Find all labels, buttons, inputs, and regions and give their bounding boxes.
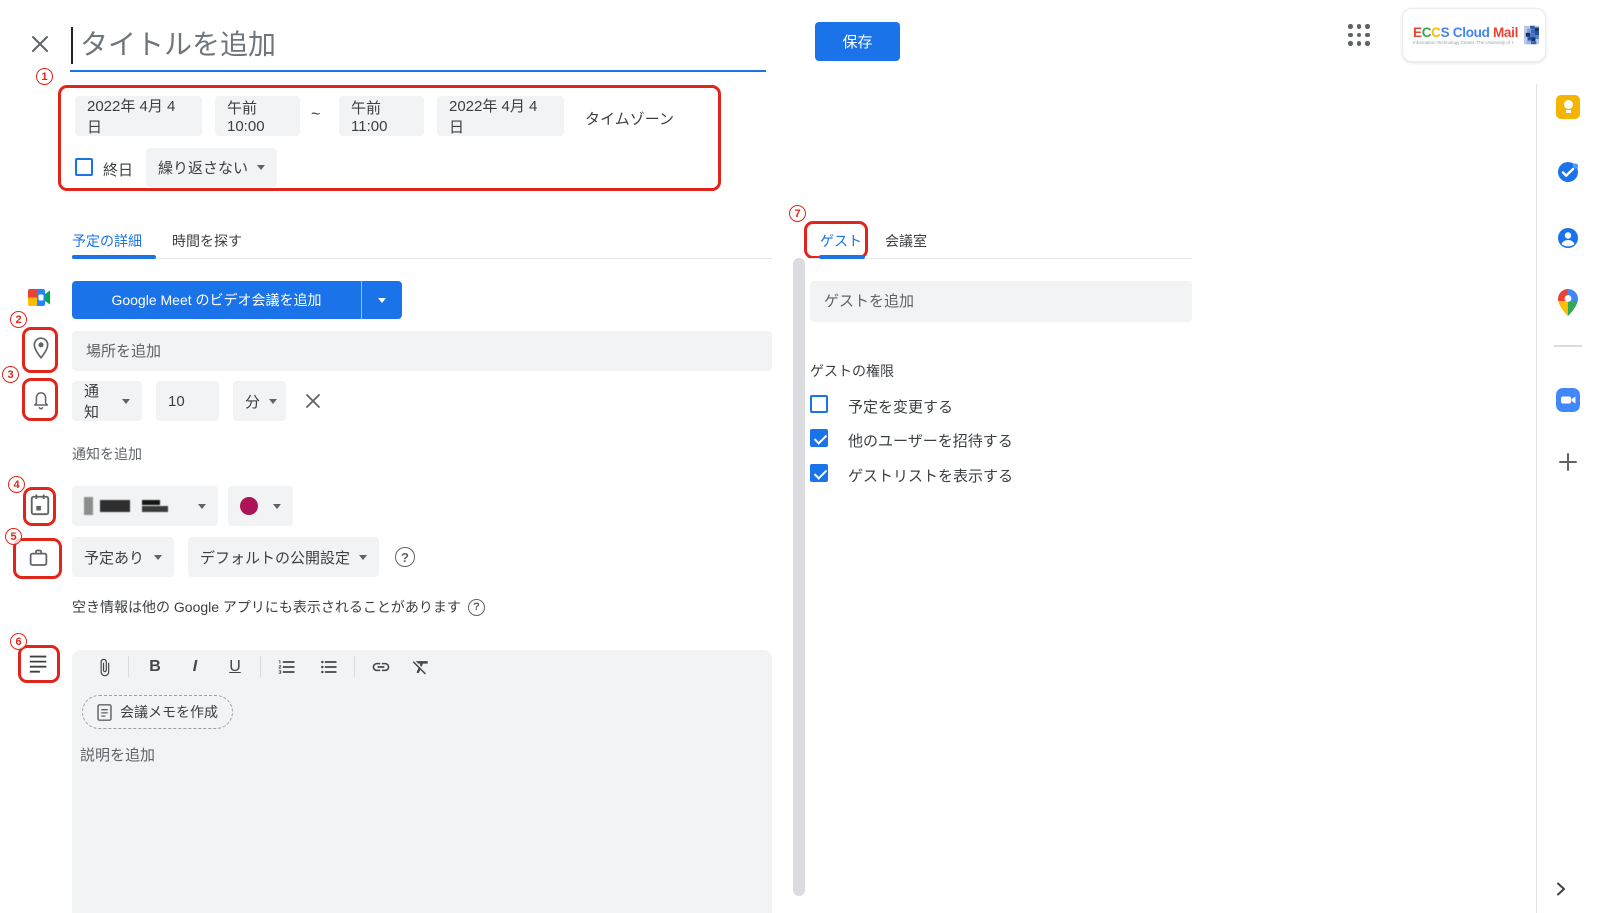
chevron-down-icon xyxy=(198,504,206,509)
permission-modify-event-label: 予定を変更する xyxy=(848,396,953,417)
all-day-label: 終日 xyxy=(103,159,133,180)
notification-minutes-input[interactable]: 10 xyxy=(156,381,219,421)
add-guests-input[interactable] xyxy=(810,281,1192,322)
underline-icon[interactable]: U xyxy=(224,656,246,678)
timezone-link[interactable]: タイムゾーン xyxy=(585,108,674,129)
chevron-down-icon xyxy=(257,165,265,170)
event-title-input[interactable] xyxy=(70,20,766,72)
permission-see-guest-list-checkbox[interactable] xyxy=(810,464,828,482)
left-tab-active-underline xyxy=(72,255,156,259)
create-meeting-notes-button[interactable]: 会議メモを作成 xyxy=(82,695,233,729)
bold-icon[interactable]: B xyxy=(144,656,166,678)
description-placeholder: 説明を追加 xyxy=(80,744,155,765)
google-tasks-icon[interactable] xyxy=(1556,160,1580,184)
end-time-button[interactable]: 午前11:00 xyxy=(339,96,424,136)
bulleted-list-icon[interactable] xyxy=(318,656,340,678)
remove-notification-icon[interactable] xyxy=(304,392,322,410)
get-add-ons-icon[interactable] xyxy=(1558,452,1578,472)
permission-modify-event-checkbox[interactable] xyxy=(810,395,828,413)
google-maps-icon[interactable] xyxy=(1558,289,1578,316)
zoom-icon[interactable] xyxy=(1556,388,1580,412)
add-google-meet-button[interactable]: Google Meet のビデオ会議を追加 xyxy=(72,281,402,319)
clear-formatting-icon[interactable] xyxy=(410,656,432,678)
chevron-down-icon xyxy=(269,399,277,404)
logo-title: ECCS Cloud Mail xyxy=(1413,25,1518,40)
bell-icon xyxy=(31,389,51,411)
chevron-down-icon xyxy=(122,399,130,404)
calendar-select-dropdown[interactable] xyxy=(72,486,218,526)
add-notification-link[interactable]: 通知を追加 xyxy=(72,444,142,464)
tab-event-details[interactable]: 予定の詳細 xyxy=(72,231,142,251)
location-input[interactable] xyxy=(72,331,772,371)
save-button[interactable]: 保存 xyxy=(815,22,900,61)
event-color-dropdown[interactable] xyxy=(228,486,293,526)
redacted-calendar-name xyxy=(84,497,168,515)
chevron-down-icon xyxy=(359,555,367,560)
description-icon xyxy=(28,653,50,673)
time-range-separator: ~ xyxy=(311,106,320,124)
google-apps-grid-icon[interactable] xyxy=(1346,22,1372,48)
permission-invite-others-label: 他のユーザーを招待する xyxy=(848,430,1013,451)
availability-help-icon[interactable]: ? xyxy=(468,599,485,616)
numbered-list-icon[interactable] xyxy=(276,656,298,678)
logo-subtitle: Information Technology Center, The Unive… xyxy=(1413,40,1513,45)
google-contacts-icon[interactable] xyxy=(1556,226,1580,250)
guest-permissions-title: ゲストの権限 xyxy=(810,361,894,381)
right-tabs-divider xyxy=(810,258,1192,259)
description-editor[interactable] xyxy=(72,650,772,913)
italic-icon[interactable]: I xyxy=(184,656,206,678)
add-google-meet-label: Google Meet のビデオ会議を追加 xyxy=(72,281,361,319)
text-caret xyxy=(71,27,73,64)
annotation-number-6: 6 xyxy=(10,633,27,650)
recurrence-dropdown[interactable]: 繰り返さない xyxy=(146,148,277,187)
right-tab-active-underline xyxy=(819,255,865,259)
annotation-number-4: 4 xyxy=(8,476,25,493)
panel-scrollbar[interactable] xyxy=(793,258,805,896)
annotation-number-1: 1 xyxy=(36,68,53,85)
toolbar-divider xyxy=(260,656,261,677)
hide-side-panel-chevron-icon[interactable] xyxy=(1552,880,1570,898)
annotation-number-5: 5 xyxy=(5,528,22,545)
tab-rooms[interactable]: 会議室 xyxy=(885,231,927,251)
availability-note: 空き情報は他の Google アプリにも表示されることがあります ? xyxy=(72,597,485,617)
sidebar-divider xyxy=(1554,345,1582,347)
annotation-number-3: 3 xyxy=(2,366,19,383)
location-pin-icon xyxy=(31,336,51,362)
annotation-number-2: 2 xyxy=(10,311,27,328)
chevron-down-icon xyxy=(154,555,162,560)
eccs-cloud-mail-logo: ECCS Cloud Mail Information Technology C… xyxy=(1402,8,1546,62)
calendar-icon xyxy=(29,493,51,517)
event-color-swatch xyxy=(240,497,258,515)
meet-options-dropdown[interactable] xyxy=(361,281,402,319)
tab-guests[interactable]: ゲスト xyxy=(820,231,862,251)
google-meet-icon xyxy=(28,289,50,306)
attach-file-icon[interactable] xyxy=(93,656,115,678)
briefcase-icon xyxy=(28,547,49,568)
event-editor-page: 保存 ECCS Cloud Mail Information Technolog… xyxy=(0,0,1600,913)
visibility-help-icon[interactable]: ? xyxy=(395,547,415,567)
all-day-checkbox[interactable] xyxy=(75,158,93,176)
permission-see-guest-list-label: ゲストリストを表示する xyxy=(848,465,1013,486)
left-tabs-divider xyxy=(72,258,772,259)
end-date-button[interactable]: 2022年 4月 4日 xyxy=(437,96,564,136)
google-keep-icon[interactable] xyxy=(1556,95,1580,119)
permission-invite-others-checkbox[interactable] xyxy=(810,429,828,447)
start-time-button[interactable]: 午前10:00 xyxy=(215,96,300,136)
annotation-number-7: 7 xyxy=(789,205,806,222)
document-icon xyxy=(97,704,112,721)
busy-status-dropdown[interactable]: 予定あり xyxy=(72,537,174,577)
insert-link-icon[interactable] xyxy=(370,656,392,678)
visibility-dropdown[interactable]: デフォルトの公開設定 xyxy=(188,537,379,577)
notification-type-dropdown[interactable]: 通知 xyxy=(72,381,142,421)
avatar xyxy=(1524,14,1539,56)
start-date-button[interactable]: 2022年 4月 4日 xyxy=(75,96,202,136)
toolbar-divider xyxy=(128,656,129,677)
close-icon[interactable] xyxy=(28,32,52,56)
chevron-down-icon xyxy=(378,298,386,303)
notification-unit-dropdown[interactable]: 分 xyxy=(233,381,286,421)
tab-find-a-time[interactable]: 時間を探す xyxy=(172,231,242,251)
chevron-down-icon xyxy=(273,504,281,509)
sidebar-border xyxy=(1536,84,1537,913)
toolbar-divider xyxy=(354,656,355,677)
